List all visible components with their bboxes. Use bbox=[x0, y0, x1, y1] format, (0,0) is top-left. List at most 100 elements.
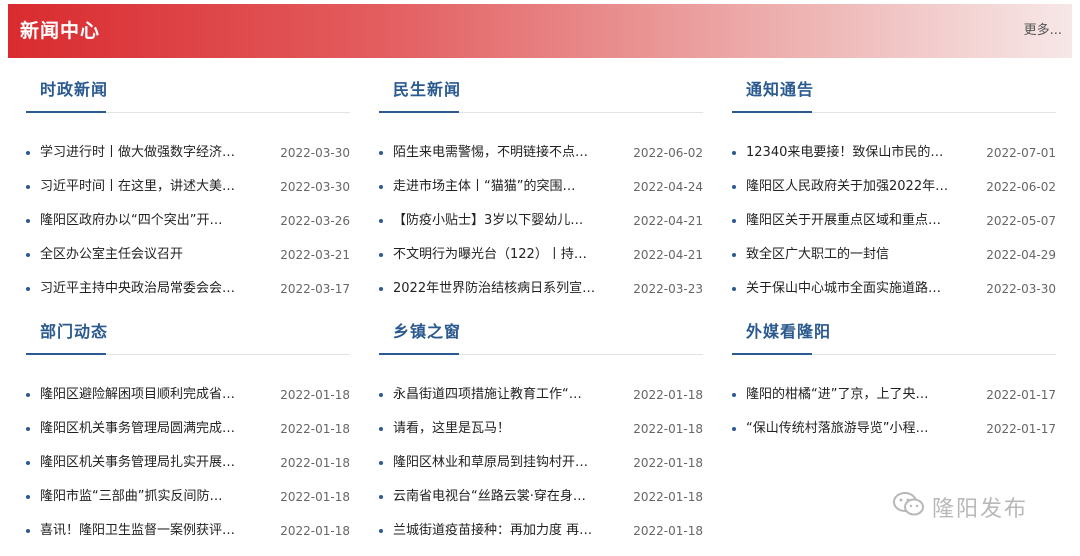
news-list: 隆阳的柑橘“进”了京，上了央… 2022-01-17 “保山传统村落旅游导览”小程…… bbox=[732, 383, 1056, 451]
section-title[interactable]: 部门动态 bbox=[40, 318, 108, 342]
news-list-item[interactable]: 不文明行为曝光台（122）丨持… 2022-04-21 bbox=[379, 243, 703, 277]
news-item-title[interactable]: 习近平主持中央政治局常委会会… bbox=[40, 277, 260, 301]
news-item-title[interactable]: 隆阳区人民政府关于加强2022年… bbox=[746, 175, 966, 199]
news-list-item[interactable]: 隆阳区机关事务管理局扎实开展… 2022-01-18 bbox=[26, 451, 350, 485]
bullet-icon bbox=[26, 219, 30, 223]
bullet-icon bbox=[732, 427, 736, 431]
section-title-underline bbox=[379, 353, 459, 355]
news-list-item[interactable]: 隆阳区机关事务管理局圆满完成… 2022-01-18 bbox=[26, 417, 350, 451]
news-item-date: 2022-01-18 bbox=[280, 490, 350, 504]
section-header: 通知通告 bbox=[732, 58, 1056, 113]
bullet-icon bbox=[26, 393, 30, 397]
news-list-item[interactable]: 【防疫小贴士】3岁以下婴幼儿… 2022-04-21 bbox=[379, 209, 703, 243]
news-item-date: 2022-01-18 bbox=[280, 422, 350, 436]
news-item-date: 2022-03-30 bbox=[986, 282, 1056, 296]
news-item-title[interactable]: 隆阳区林业和草原局到挂钩村开… bbox=[393, 451, 613, 475]
news-list-item[interactable]: 永昌街道四项措施让教育工作“… 2022-01-18 bbox=[379, 383, 703, 417]
watermark-text: 隆阳发布 bbox=[932, 497, 1029, 522]
section-title[interactable]: 时政新闻 bbox=[40, 76, 108, 100]
watermark: 隆阳发布 bbox=[892, 487, 1028, 527]
news-list-item[interactable]: 全区办公室主任会议召开 2022-03-21 bbox=[26, 243, 350, 277]
bullet-icon bbox=[379, 427, 383, 431]
news-list-item[interactable]: 隆阳区关于开展重点区域和重点… 2022-05-07 bbox=[732, 209, 1056, 243]
news-section: 部门动态 隆阳区避险解困项目顺利完成省… 2022-01-18 隆阳区机关事务管理局圆… bbox=[26, 300, 350, 540]
news-list-item[interactable]: 喜讯！隆阳卫生监督一案例获评… 2022-01-18 bbox=[26, 519, 350, 553]
news-item-title[interactable]: 走进市场主体丨“猫猫”的突围… bbox=[393, 175, 613, 199]
section-header: 时政新闻 bbox=[26, 58, 350, 113]
news-list-item[interactable]: 云南省电视台“丝路云裳·穿在身… 2022-01-18 bbox=[379, 485, 703, 519]
news-item-title[interactable]: 关于保山中心城市全面实施道路… bbox=[746, 277, 966, 301]
bullet-icon bbox=[26, 185, 30, 189]
news-item-title[interactable]: 【防疫小贴士】3岁以下婴幼儿… bbox=[393, 209, 613, 233]
news-item-date: 2022-01-18 bbox=[633, 388, 703, 402]
news-list-item[interactable]: 致全区广大职工的一封信 2022-04-29 bbox=[732, 243, 1056, 277]
bullet-icon bbox=[379, 529, 383, 533]
news-item-title[interactable]: 12340来电要接！致保山市民的… bbox=[746, 141, 966, 165]
bullet-icon bbox=[732, 219, 736, 223]
news-list-item[interactable]: 隆阳的柑橘“进”了京，上了央… 2022-01-17 bbox=[732, 383, 1056, 417]
news-item-date: 2022-01-18 bbox=[633, 490, 703, 504]
news-item-title[interactable]: 全区办公室主任会议召开 bbox=[40, 243, 260, 267]
section-title[interactable]: 通知通告 bbox=[746, 76, 814, 100]
news-item-title[interactable]: 隆阳区关于开展重点区域和重点… bbox=[746, 209, 966, 233]
news-item-title[interactable]: “保山传统村落旅游导览”小程… bbox=[746, 417, 966, 441]
bullet-icon bbox=[732, 151, 736, 155]
section-title[interactable]: 外媒看隆阳 bbox=[746, 318, 831, 342]
news-item-title[interactable]: 学习进行时丨做大做强数字经济… bbox=[40, 141, 260, 165]
news-item-date: 2022-03-26 bbox=[280, 214, 350, 228]
bullet-icon bbox=[379, 253, 383, 257]
news-section: 通知通告 12340来电要接！致保山市民的… 2022-07-01 隆阳区人民政府关于… bbox=[732, 58, 1056, 298]
news-list-item[interactable]: 陌生来电需警惕，不明链接不点… 2022-06-02 bbox=[379, 141, 703, 175]
news-item-title[interactable]: 永昌街道四项措施让教育工作“… bbox=[393, 383, 613, 407]
bullet-icon bbox=[379, 287, 383, 291]
news-item-date: 2022-06-02 bbox=[633, 146, 703, 160]
news-list-item[interactable]: 12340来电要接！致保山市民的… 2022-07-01 bbox=[732, 141, 1056, 175]
news-item-date: 2022-03-23 bbox=[633, 282, 703, 296]
news-list: 学习进行时丨做大做强数字经济… 2022-03-30 习近平时间丨在这里，讲述大美…… bbox=[26, 141, 350, 311]
news-item-title[interactable]: 2022年世界防治结核病日系列宣… bbox=[393, 277, 613, 301]
news-list-item[interactable]: 隆阳区人民政府关于加强2022年… 2022-06-02 bbox=[732, 175, 1056, 209]
section-title-underline bbox=[26, 111, 106, 113]
news-list-item[interactable]: 学习进行时丨做大做强数字经济… 2022-03-30 bbox=[26, 141, 350, 175]
news-list-item[interactable]: 隆阳区避险解困项目顺利完成省… 2022-01-18 bbox=[26, 383, 350, 417]
section-title-underline bbox=[379, 111, 459, 113]
news-item-title[interactable]: 喜讯！隆阳卫生监督一案例获评… bbox=[40, 519, 260, 543]
news-item-date: 2022-04-24 bbox=[633, 180, 703, 194]
section-title[interactable]: 民生新闻 bbox=[393, 76, 461, 100]
news-item-title[interactable]: 习近平时间丨在这里，讲述大美… bbox=[40, 175, 260, 199]
news-center-banner: 新闻中心 更多... bbox=[8, 4, 1072, 58]
news-list-item[interactable]: 隆阳区政府办以“四个突出”开… 2022-03-26 bbox=[26, 209, 350, 243]
section-title-underline bbox=[732, 111, 812, 113]
news-item-date: 2022-04-29 bbox=[986, 248, 1056, 262]
news-list-item[interactable]: 兰城街道疫苗接种：再加力度 再… 2022-01-18 bbox=[379, 519, 703, 553]
news-item-title[interactable]: 不文明行为曝光台（122）丨持… bbox=[393, 243, 613, 267]
bullet-icon bbox=[732, 393, 736, 397]
bullet-icon bbox=[26, 427, 30, 431]
news-section: 民生新闻陌生来电需警惕，不明链接不点… 2022-06-02 走进市场主体丨“猫猫”… bbox=[379, 58, 703, 298]
section-title[interactable]: 乡镇之窗 bbox=[393, 318, 461, 342]
news-item-title[interactable]: 隆阳区机关事务管理局圆满完成… bbox=[40, 417, 260, 441]
news-list-item[interactable]: 隆阳市监“三部曲”抓实反间防… 2022-01-18 bbox=[26, 485, 350, 519]
news-item-title[interactable]: 隆阳区政府办以“四个突出”开… bbox=[40, 209, 260, 233]
news-item-date: 2022-07-01 bbox=[986, 146, 1056, 160]
news-list-item[interactable]: “保山传统村落旅游导览”小程… 2022-01-17 bbox=[732, 417, 1056, 451]
news-list-item[interactable]: 请看，这里是瓦马！ 2022-01-18 bbox=[379, 417, 703, 451]
news-item-title[interactable]: 陌生来电需警惕，不明链接不点… bbox=[393, 141, 613, 165]
news-list-item[interactable]: 隆阳区林业和草原局到挂钩村开… 2022-01-18 bbox=[379, 451, 703, 485]
news-item-title[interactable]: 致全区广大职工的一封信 bbox=[746, 243, 966, 267]
news-item-title[interactable]: 隆阳区机关事务管理局扎实开展… bbox=[40, 451, 260, 475]
news-item-title[interactable]: 隆阳区避险解困项目顺利完成省… bbox=[40, 383, 260, 407]
news-item-date: 2022-06-02 bbox=[986, 180, 1056, 194]
news-list-item[interactable]: 习近平时间丨在这里，讲述大美… 2022-03-30 bbox=[26, 175, 350, 209]
news-item-title[interactable]: 隆阳市监“三部曲”抓实反间防… bbox=[40, 485, 260, 509]
news-item-date: 2022-01-18 bbox=[280, 388, 350, 402]
news-item-title[interactable]: 隆阳的柑橘“进”了京，上了央… bbox=[746, 383, 966, 407]
news-item-title[interactable]: 兰城街道疫苗接种：再加力度 再… bbox=[393, 519, 613, 543]
more-link[interactable]: 更多... bbox=[1024, 4, 1062, 58]
news-item-title[interactable]: 云南省电视台“丝路云裳·穿在身… bbox=[393, 485, 613, 509]
bullet-icon bbox=[732, 185, 736, 189]
bullet-icon bbox=[26, 461, 30, 465]
news-list-item[interactable]: 走进市场主体丨“猫猫”的突围… 2022-04-24 bbox=[379, 175, 703, 209]
news-item-title[interactable]: 请看，这里是瓦马！ bbox=[393, 417, 613, 441]
section-header: 乡镇之窗 bbox=[379, 300, 703, 355]
